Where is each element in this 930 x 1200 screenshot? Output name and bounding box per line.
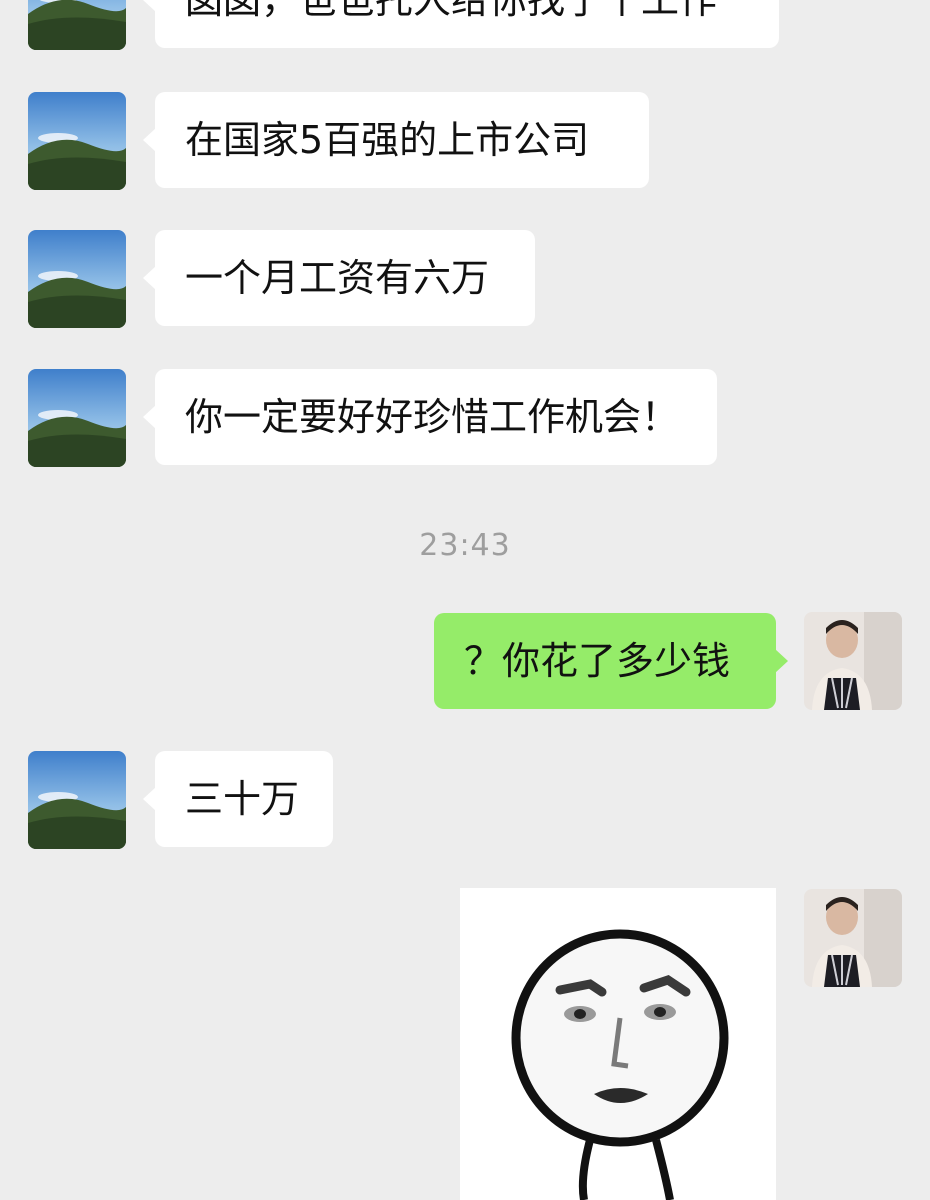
message-bubble-incoming[interactable]: 囡囡，爸爸托人给你找了个工作 <box>143 0 779 48</box>
sticker-message[interactable] <box>460 888 776 1200</box>
message-text: ？你花了多少钱 <box>464 639 731 683</box>
contact-avatar[interactable] <box>28 230 126 328</box>
self-avatar[interactable] <box>804 889 902 987</box>
contact-avatar[interactable] <box>28 751 126 849</box>
mountain-avatar-icon <box>28 369 126 467</box>
contact-avatar[interactable] <box>28 0 126 50</box>
user-photo-avatar-icon <box>804 612 902 710</box>
user-photo-avatar-icon <box>804 889 902 987</box>
message-text: 你一定要好好珍惜工作机会！ <box>185 395 680 439</box>
message-text: 三十万 <box>185 777 300 821</box>
timestamp: 23:43 <box>419 528 511 563</box>
message-bubble-incoming[interactable]: 一个月工资有六万 <box>143 230 535 326</box>
mountain-avatar-icon <box>28 230 126 328</box>
shocked-face-sticker-icon <box>460 888 776 1200</box>
message-text: 一个月工资有六万 <box>185 256 490 300</box>
message-text: 囡囡，爸爸托人给你找了个工作 <box>185 0 718 22</box>
message-bubble-incoming[interactable]: 你一定要好好珍惜工作机会！ <box>143 369 717 465</box>
message-bubble-incoming[interactable]: 在国家5百强的上市公司 <box>143 92 649 188</box>
mountain-avatar-icon <box>28 0 126 50</box>
message-bubble-incoming[interactable]: 三十万 <box>143 751 333 847</box>
contact-avatar[interactable] <box>28 92 126 190</box>
mountain-avatar-icon <box>28 751 126 849</box>
chat-window: 囡囡，爸爸托人给你找了个工作 在国家5百强的上市公司 一个月工资有六万 你一定要… <box>0 0 930 1200</box>
message-text: 在国家5百强的上市公司 <box>185 118 590 162</box>
self-avatar[interactable] <box>804 612 902 710</box>
mountain-avatar-icon <box>28 92 126 190</box>
contact-avatar[interactable] <box>28 369 126 467</box>
message-bubble-outgoing[interactable]: ？你花了多少钱 <box>434 613 788 709</box>
